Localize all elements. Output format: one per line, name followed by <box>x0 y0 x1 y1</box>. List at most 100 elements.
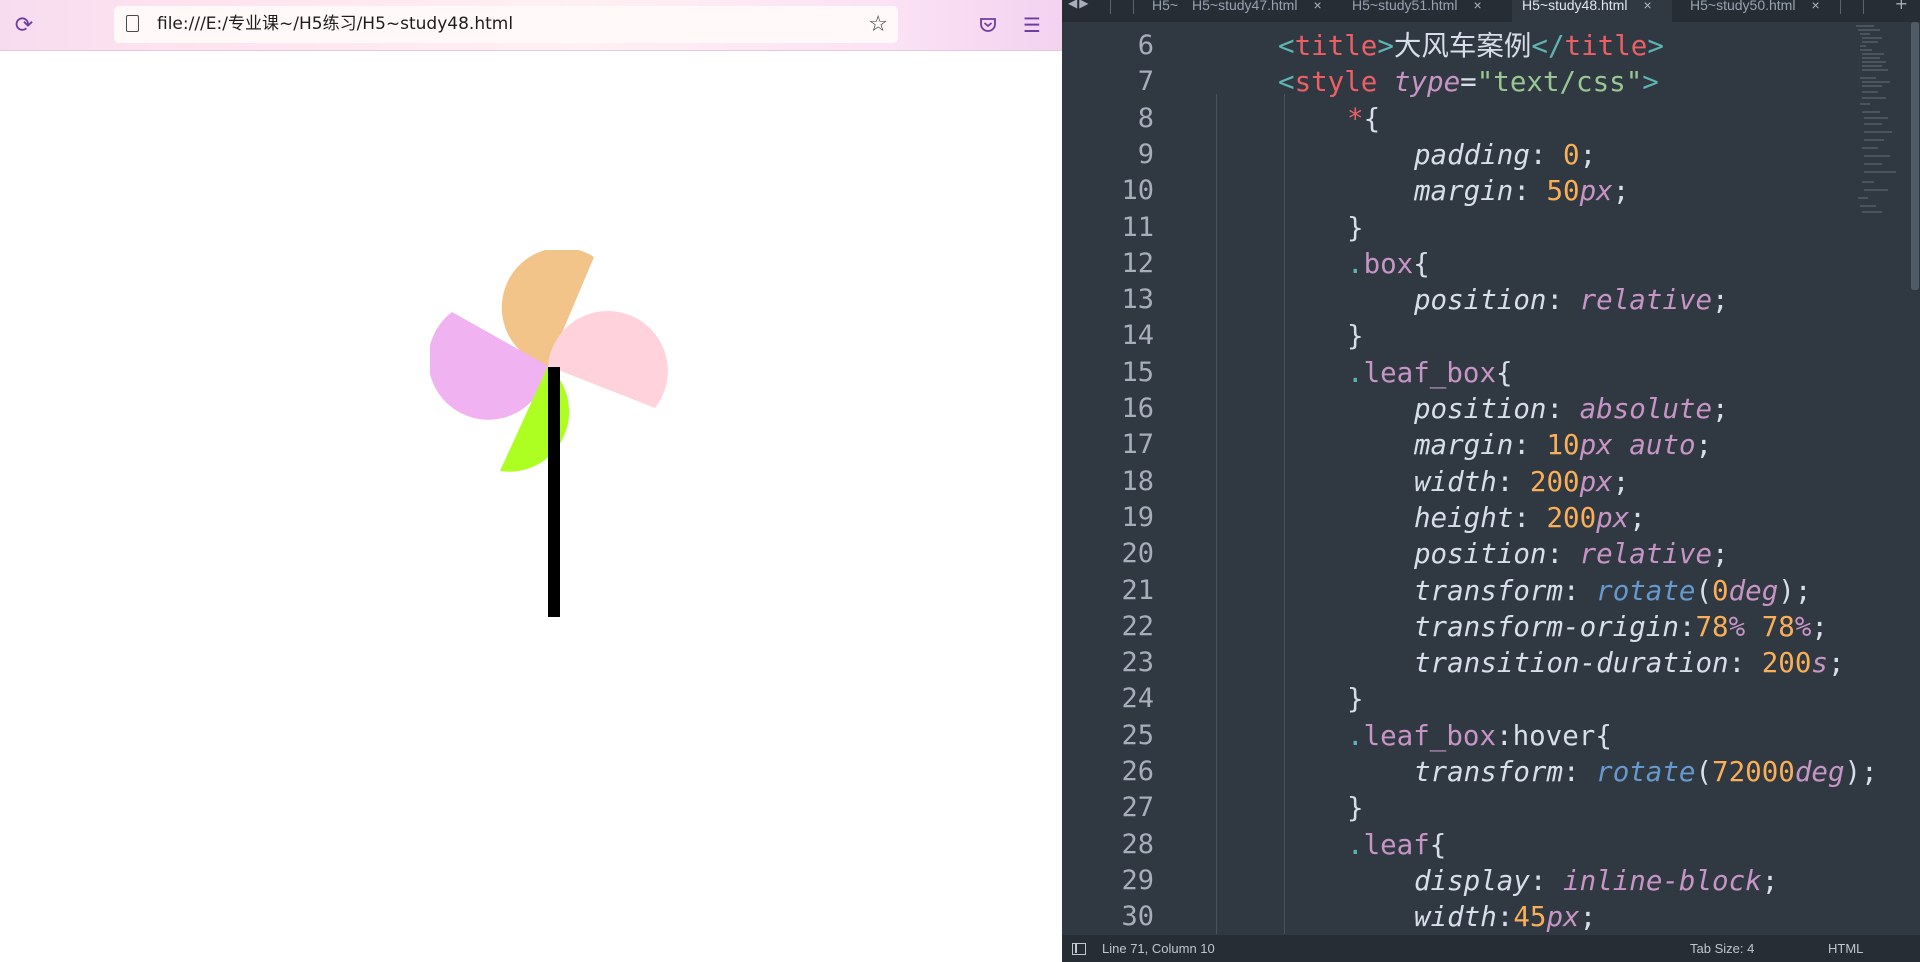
line-number: 10 <box>1121 175 1154 207</box>
browser-toolbar: ⟳ file:///E:/专业课~/H5练习/H5~study48.html ☆… <box>0 0 1062 51</box>
punct: ; <box>1712 538 1729 571</box>
tab-study48[interactable]: H5~study48.html × <box>1512 0 1672 22</box>
star-icon[interactable]: ☆ <box>868 12 888 37</box>
tag-bracket: </ <box>1531 30 1565 62</box>
syntax-selector[interactable]: HTML <box>1828 941 1863 956</box>
brace: { <box>1595 719 1612 752</box>
pocket-icon[interactable] <box>974 11 1002 39</box>
punct: ; <box>1794 574 1812 607</box>
indent-guide <box>1284 94 1285 934</box>
code-line: position: relative; <box>1414 282 1729 318</box>
brace: { <box>1496 356 1513 389</box>
line-number: 8 <box>1137 102 1154 134</box>
tag-bracket: > <box>1642 66 1659 99</box>
class-dot: . <box>1347 356 1364 389</box>
url-text[interactable]: file:///E:/专业课~/H5练习/H5~study48.html <box>157 6 513 43</box>
punct: : <box>1563 756 1597 788</box>
code-line: width:45px; <box>1414 899 1596 935</box>
punct: ; <box>1861 756 1878 788</box>
line-number: 26 <box>1121 756 1154 787</box>
punct: ; <box>1712 393 1729 425</box>
tab-scroll-arrows-icon[interactable]: ◀▶ <box>1068 0 1090 10</box>
line-number: 14 <box>1121 320 1154 352</box>
address-bar[interactable]: file:///E:/专业课~/H5练习/H5~study48.html ☆ <box>114 6 898 43</box>
css-unit: px <box>1579 429 1613 462</box>
css-unit: % <box>1728 610 1746 643</box>
punct: : <box>1563 574 1597 607</box>
punct: : <box>1678 610 1696 643</box>
tab-size-selector[interactable]: Tab Size: 4 <box>1690 941 1754 956</box>
brace: } <box>1347 320 1364 353</box>
browser-window: ⟳ file:///E:/专业课~/H5练习/H5~study48.html ☆… <box>0 0 1062 962</box>
panel-toggle-icon[interactable] <box>1072 943 1086 955</box>
line-number: 27 <box>1121 792 1154 824</box>
code-line: position: relative; <box>1414 536 1729 572</box>
line-number: 17 <box>1121 429 1154 461</box>
code-line: transform: rotate(0deg); <box>1414 573 1811 609</box>
line-number: 22 <box>1121 610 1154 642</box>
punct: : <box>1496 465 1530 498</box>
tab-study51[interactable]: H5~study51.html × <box>1352 0 1502 22</box>
page-icon <box>126 15 139 32</box>
line-number: 12 <box>1121 247 1154 279</box>
tab-study50[interactable]: H5~study50.html × <box>1684 0 1840 22</box>
tab-close-icon[interactable]: × <box>1313 0 1321 13</box>
tag-name: style <box>1294 66 1378 99</box>
tab-study47[interactable]: H5~study47.html × <box>1192 0 1332 22</box>
punct: : <box>1513 175 1547 208</box>
attr-value: "text/css" <box>1476 66 1643 99</box>
line-number: 11 <box>1121 211 1154 243</box>
punct: ; <box>1827 647 1845 680</box>
indent-guide <box>1216 94 1217 934</box>
line-number: 6 <box>1137 30 1154 61</box>
punct: ; <box>1629 501 1646 534</box>
punct: ) <box>1844 756 1862 788</box>
tab-close-icon[interactable]: × <box>1643 0 1651 13</box>
new-tab-icon[interactable]: + <box>1895 0 1908 13</box>
tag-bracket: > <box>1647 30 1664 62</box>
brace: } <box>1347 792 1364 825</box>
code-line: } <box>1347 681 1364 717</box>
css-number: 10 <box>1546 429 1580 462</box>
line-number: 7 <box>1137 66 1154 98</box>
code-line: <title>大风车案例</title> <box>1278 28 1664 64</box>
code-line: margin: 50px; <box>1414 173 1629 209</box>
tab-close-icon[interactable]: × <box>1473 0 1481 13</box>
minimap[interactable] <box>1852 22 1912 252</box>
punct: : <box>1546 393 1580 425</box>
code-line: <style type="text/css"> <box>1278 64 1659 100</box>
tab-label: H5~study51.html <box>1352 0 1458 13</box>
css-function: rotate <box>1596 574 1696 607</box>
css-number: 78 <box>1695 610 1729 643</box>
css-unit: px <box>1579 465 1613 498</box>
code-line: display: inline-block; <box>1414 863 1778 899</box>
punct: ; <box>1612 465 1630 498</box>
tab-h5[interactable]: H5~ <box>1152 0 1182 22</box>
css-number: 200 <box>1546 501 1597 534</box>
line-number: 20 <box>1121 538 1154 570</box>
css-keyword: absolute <box>1579 393 1713 425</box>
css-unit: px <box>1546 901 1580 934</box>
punct: ; <box>1612 175 1630 208</box>
tag-name: title <box>1564 30 1648 62</box>
hamburger-menu-icon[interactable]: ☰ <box>1018 11 1046 39</box>
pinwheel[interactable] <box>430 250 670 630</box>
tab-label: H5~study48.html <box>1522 0 1628 13</box>
tab-close-icon[interactable]: × <box>1811 0 1819 13</box>
css-property: position <box>1414 538 1547 571</box>
css-property: display <box>1414 864 1530 897</box>
code-line: position: absolute; <box>1414 391 1729 427</box>
css-property: transform-origin <box>1414 610 1679 643</box>
punct: ; <box>1579 901 1597 934</box>
punct: : <box>1728 647 1762 680</box>
css-property: width <box>1414 901 1497 934</box>
line-number: 30 <box>1121 901 1154 933</box>
class-dot: . <box>1347 247 1364 280</box>
punct: ; <box>1811 610 1828 643</box>
editor-scrollbar[interactable] <box>1911 22 1919 290</box>
punct: ) <box>1778 574 1795 607</box>
class-dot: . <box>1347 828 1364 861</box>
reload-icon[interactable]: ⟳ <box>10 11 38 39</box>
css-number: 0 <box>1563 138 1580 171</box>
cursor-position: Line 71, Column 10 <box>1102 941 1215 956</box>
